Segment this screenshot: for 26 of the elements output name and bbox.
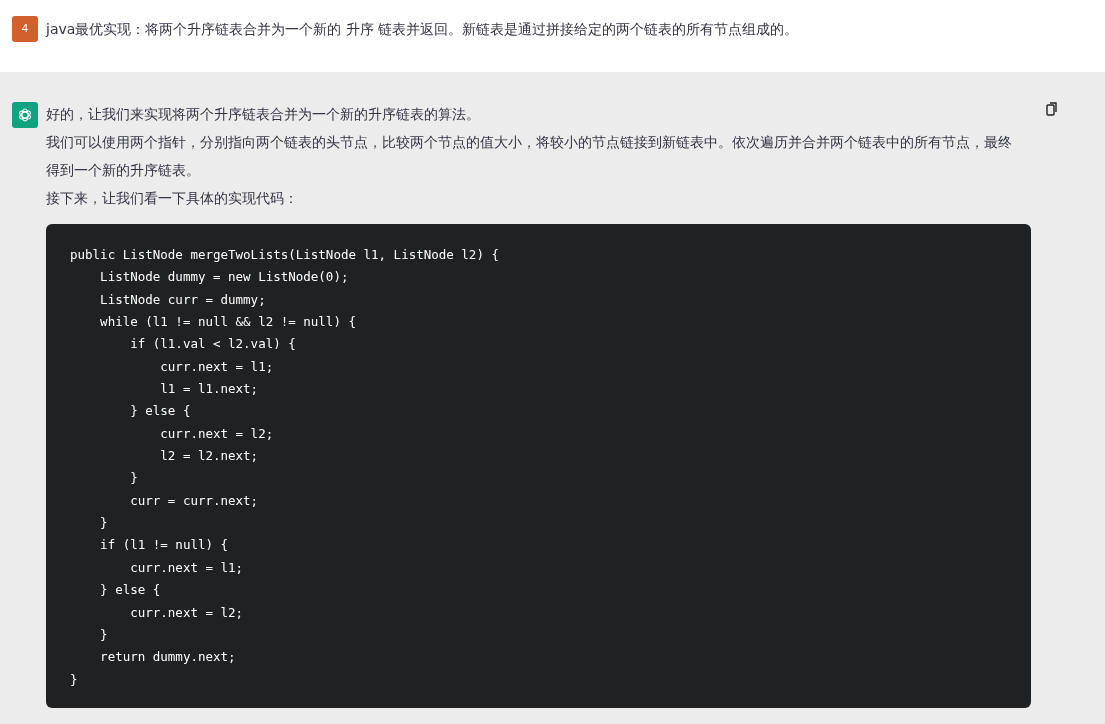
code-line: if (l1 != null) {: [99, 536, 230, 555]
code-line: curr.next = l1;: [129, 558, 245, 577]
reply-paragraph: 我们可以使用两个指针，分别指向两个链表的头节点，比较两个节点的值大小，将较小的节点链接到新链表中。依次遍历并合并两个链表中的所有节点，最终得到一个新的升序链表。: [46, 133, 1013, 180]
copy-icon[interactable]: [1046, 102, 1058, 116]
code-line: }: [129, 469, 139, 488]
code-line: curr.next = l2;: [129, 603, 245, 622]
code-line: } else {: [129, 402, 192, 421]
code-line: }: [70, 670, 79, 689]
reply-paragraph: 接下来，让我们看一下具体的实现代码：: [46, 189, 299, 208]
reply-paragraph: 好的，让我们来实现将两个升序链表合并为一个新的升序链表的算法。: [46, 105, 481, 124]
code-line: curr.next = l1;: [159, 357, 275, 376]
code-line: l2 = l2.next;: [159, 447, 260, 466]
code-line: }: [99, 514, 109, 533]
user-message: java最优实现：将两个升序链表合并为一个新的 升序 链表并返回。新链表是通过拼接给定的两个链表的所有节点组成的。: [46, 20, 799, 39]
code-line: } else {: [99, 581, 162, 600]
code-line: ListNode curr = dummy;: [99, 290, 267, 309]
user-avatar: 4: [12, 16, 38, 42]
code-line: curr.next = l2;: [159, 424, 275, 443]
code-line: return dummy.next;: [99, 648, 237, 667]
code-line: ListNode dummy = new ListNode(0);: [99, 268, 350, 287]
code-line: if (l1.val < l2.val) {: [129, 335, 297, 354]
code-line: }: [99, 625, 109, 644]
code-line: curr = curr.next;: [129, 491, 260, 510]
code-line: public ListNode mergeTwoLists(ListNode l1, ListNode l2) {: [70, 246, 500, 264]
code-line: l1 = l1.next;: [159, 380, 260, 399]
code-line: while (l1 != null && l2 != null) {: [99, 313, 357, 332]
